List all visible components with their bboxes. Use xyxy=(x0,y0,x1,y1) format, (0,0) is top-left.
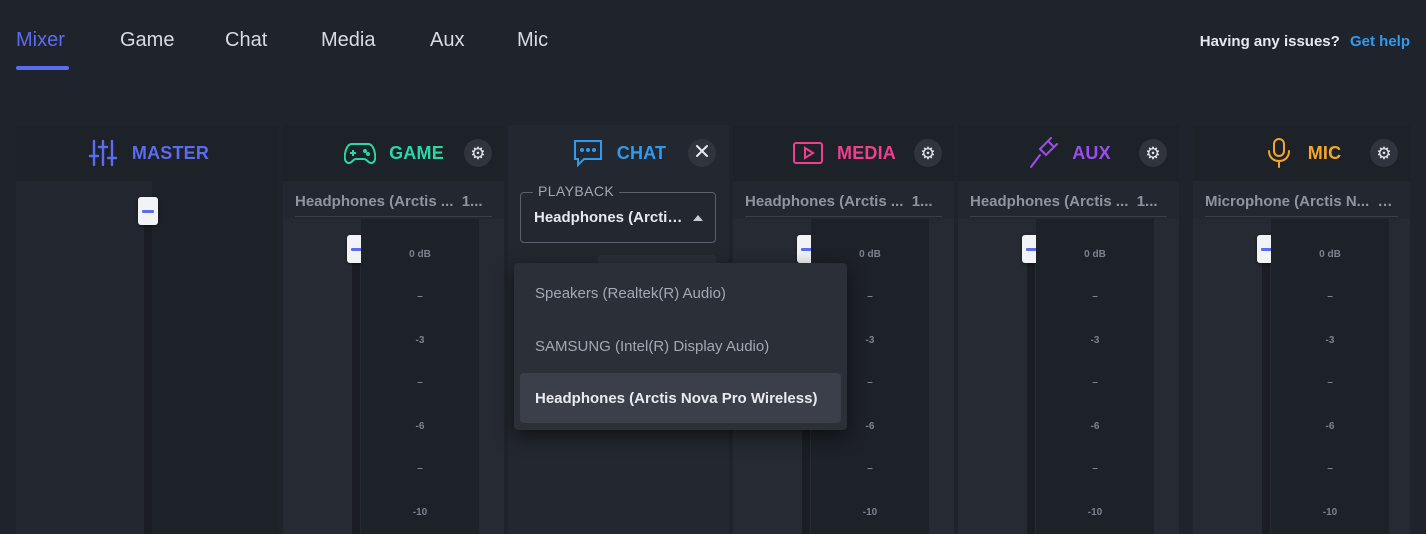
mic-db-scale: 0 dB – -3 – -6 – -10 xyxy=(1271,219,1389,534)
master-channel: MASTER xyxy=(16,125,279,534)
playback-option-headphones[interactable]: Headphones (Arctis Nova Pro Wireless) xyxy=(520,373,841,423)
db-label: -10 xyxy=(1087,507,1103,518)
db-label: -10 xyxy=(1322,507,1338,518)
media-device-suffix: 1... xyxy=(911,193,933,210)
tab-media[interactable]: Media xyxy=(321,29,375,52)
playback-option-samsung[interactable]: SAMSUNG (Intel(R) Display Audio) xyxy=(520,320,841,373)
gear-icon: ⚙ xyxy=(1145,143,1161,163)
aux-settings-button[interactable]: ⚙ xyxy=(1139,139,1167,167)
playback-menu: Speakers (Realtek(R) Audio) SAMSUNG (Int… xyxy=(514,263,847,430)
caret-up-icon xyxy=(693,215,703,221)
aux-title: AUX xyxy=(1072,142,1111,163)
mic-device-suffix: 1... xyxy=(1377,193,1398,210)
sliders-icon xyxy=(86,136,120,170)
master-fader-knob[interactable] xyxy=(138,197,158,225)
media-title: MEDIA xyxy=(837,142,896,163)
db-label: 0 dB xyxy=(859,249,881,260)
game-db-scale: 0 dB – -3 – -6 – -10 xyxy=(361,219,479,534)
play-icon xyxy=(791,136,825,170)
help-question: Having any issues? xyxy=(1199,33,1340,50)
aux-db-scale: 0 dB – -3 – -6 – -10 xyxy=(1036,219,1154,534)
game-device-suffix: 1... xyxy=(461,193,483,210)
aux-device[interactable]: Headphones (Arctis ... 1... xyxy=(958,181,1179,219)
db-label: – xyxy=(1327,291,1333,302)
master-fader-area xyxy=(16,181,279,534)
db-label: – xyxy=(1092,377,1098,388)
mic-channel: MIC ⚙ Microphone (Arctis N... 1... 0 dB … xyxy=(1193,125,1410,534)
db-label: -3 xyxy=(1325,335,1335,346)
tab-chat[interactable]: Chat xyxy=(225,29,267,52)
media-settings-button[interactable]: ⚙ xyxy=(914,139,942,167)
tab-game[interactable]: Game xyxy=(120,29,174,52)
db-label: -10 xyxy=(412,507,428,518)
chat-close-button[interactable] xyxy=(688,139,716,167)
aux-fader-area: 0 dB – -3 – -6 – -10 xyxy=(958,219,1179,534)
db-label: – xyxy=(417,463,423,474)
db-label: -3 xyxy=(1090,335,1100,346)
game-device-label: Headphones (Arctis ... xyxy=(295,193,454,210)
db-label: – xyxy=(1092,463,1098,474)
gear-icon: ⚙ xyxy=(470,143,486,163)
db-label: -6 xyxy=(415,421,425,432)
top-nav: Mixer Game Chat Media Aux Mic Having any… xyxy=(0,0,1426,80)
gear-icon: ⚙ xyxy=(920,143,936,163)
mic-fader-area: 0 dB – -3 – -6 – -10 xyxy=(1193,219,1410,534)
chat-title: CHAT xyxy=(616,142,667,163)
db-label: -3 xyxy=(415,335,425,346)
db-label: – xyxy=(417,291,423,302)
db-label: – xyxy=(417,377,423,388)
mic-settings-button[interactable]: ⚙ xyxy=(1370,139,1398,167)
master-title: MASTER xyxy=(131,142,210,163)
tab-mixer[interactable]: Mixer xyxy=(16,29,65,52)
master-meter xyxy=(152,181,279,534)
db-label: – xyxy=(1327,463,1333,474)
db-label: – xyxy=(867,463,873,474)
tab-mic[interactable]: Mic xyxy=(517,29,548,52)
media-device[interactable]: Headphones (Arctis ... 1... xyxy=(733,181,954,219)
playback-value: Headphones (Arctis Nova Pro Wireless) xyxy=(534,209,684,226)
db-label: 0 dB xyxy=(409,249,431,260)
game-fader-area: 0 dB – -3 – -6 – -10 xyxy=(283,219,504,534)
microphone-icon xyxy=(1262,136,1296,170)
db-label: 0 dB xyxy=(1084,249,1106,260)
game-channel: GAME ⚙ Headphones (Arctis ... 1... 0 dB … xyxy=(283,125,504,534)
tab-aux[interactable]: Aux xyxy=(430,29,464,52)
aux-fader-track[interactable] xyxy=(1027,239,1035,534)
get-help-link[interactable]: Get help xyxy=(1350,33,1410,50)
db-label: -6 xyxy=(1325,421,1335,432)
game-device[interactable]: Headphones (Arctis ... 1... xyxy=(283,181,504,219)
aux-channel: AUX ⚙ Headphones (Arctis ... 1... 0 dB –… xyxy=(958,125,1179,534)
game-fader-track[interactable] xyxy=(352,239,360,534)
gear-icon: ⚙ xyxy=(1376,143,1392,163)
chat-bubble-icon xyxy=(571,136,605,170)
mic-fader-track[interactable] xyxy=(1262,239,1270,534)
game-settings-button[interactable]: ⚙ xyxy=(464,139,492,167)
aux-device-suffix: 1... xyxy=(1136,193,1158,210)
game-title: GAME xyxy=(389,142,444,163)
mic-device-label: Microphone (Arctis N... xyxy=(1205,193,1370,210)
db-label: -6 xyxy=(1090,421,1100,432)
close-icon xyxy=(695,144,709,163)
master-header: MASTER xyxy=(16,125,279,181)
playback-legend: PLAYBACK xyxy=(533,183,620,199)
active-tab-indicator xyxy=(16,66,69,70)
db-label: – xyxy=(1327,377,1333,388)
db-label: – xyxy=(1092,291,1098,302)
db-label: -10 xyxy=(862,507,878,518)
aux-cable-icon xyxy=(1026,136,1060,170)
media-device-label: Headphones (Arctis ... xyxy=(745,193,904,210)
help-area: Having any issues? Get help xyxy=(1200,33,1410,50)
mic-device[interactable]: Microphone (Arctis N... 1... xyxy=(1193,181,1410,219)
gamepad-icon xyxy=(343,136,377,170)
master-fader-track[interactable] xyxy=(144,215,152,534)
mic-title: MIC xyxy=(1307,142,1342,163)
playback-option-speakers[interactable]: Speakers (Realtek(R) Audio) xyxy=(520,267,841,320)
aux-device-label: Headphones (Arctis ... xyxy=(970,193,1129,210)
db-label: 0 dB xyxy=(1319,249,1341,260)
playback-select[interactable]: PLAYBACK Headphones (Arctis Nova Pro Wir… xyxy=(520,183,716,243)
